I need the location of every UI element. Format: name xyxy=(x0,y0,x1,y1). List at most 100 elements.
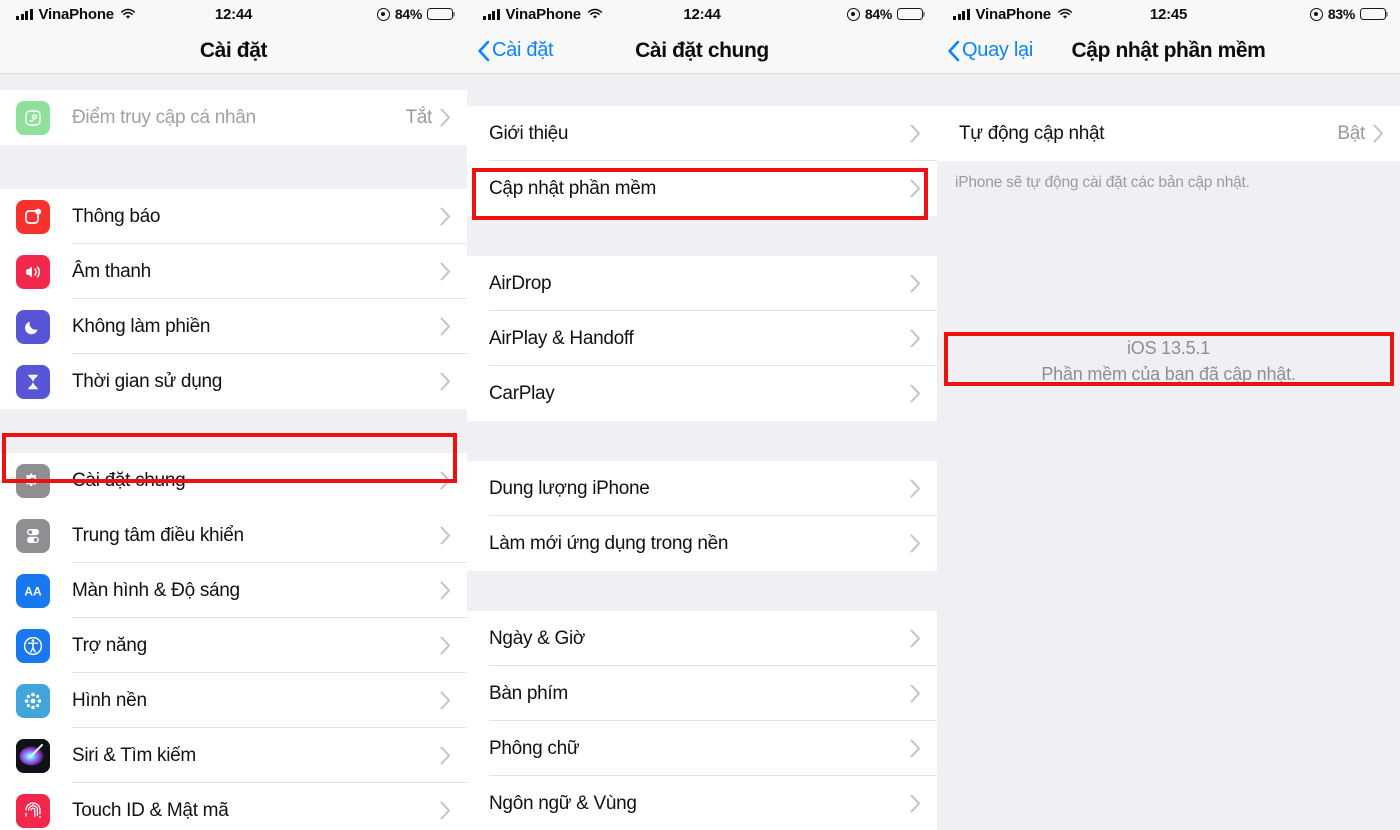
list-item-keyboard[interactable]: Bàn phím xyxy=(467,666,937,721)
list-item-label: Phông chữ xyxy=(489,737,580,759)
general-gear-icon xyxy=(16,463,50,498)
back-button[interactable]: Cài đặt xyxy=(467,39,554,62)
section-gap xyxy=(467,571,937,611)
chevron-right-icon xyxy=(1373,124,1383,143)
back-button[interactable]: Quay lại xyxy=(937,39,1033,62)
chevron-right-icon xyxy=(440,262,450,281)
battery-percent: 83% xyxy=(1327,6,1355,22)
wifi-icon xyxy=(120,8,136,20)
list-item-about[interactable]: Giới thiệu xyxy=(467,106,937,161)
carrier-name: VinaPhone xyxy=(505,5,582,23)
general-section-storage: Dung lượng iPhone Làm mới ứng dụng trong… xyxy=(467,461,937,571)
list-item-language-region[interactable]: Ngôn ngữ & Vùng xyxy=(467,776,937,830)
personal-hotspot-icon xyxy=(16,100,50,135)
chevron-right-icon xyxy=(910,329,920,348)
settings-section-hotspot: Điểm truy cập cá nhân Tắt xyxy=(0,90,467,145)
list-item-accessibility[interactable]: Trợ năng xyxy=(0,618,467,673)
list-item-label: Siri & Tìm kiếm xyxy=(72,744,196,766)
list-item-airdrop[interactable]: AirDrop xyxy=(467,256,937,311)
status-bar: VinaPhone 12:45 83% xyxy=(937,0,1400,28)
status-bar: VinaPhone 12:44 84% xyxy=(0,0,467,28)
chevron-right-icon xyxy=(910,124,920,143)
list-item-label: Âm thanh xyxy=(72,260,151,282)
auto-update-footnote: iPhone sẽ tự động cài đặt các bản cập nh… xyxy=(955,174,1250,191)
cellular-bars-icon xyxy=(483,8,500,20)
location-services-icon xyxy=(846,7,860,21)
section-gap xyxy=(0,409,467,453)
status-bar-left: VinaPhone xyxy=(953,6,1073,23)
general-section-connectivity: AirDrop AirPlay & Handoff CarPlay xyxy=(467,256,937,421)
list-item-label: CarPlay xyxy=(489,382,555,404)
control-center-icon xyxy=(16,518,50,553)
update-section-auto: Tự động cập nhật Bật xyxy=(937,106,1400,161)
list-item-display-brightness[interactable]: AA Màn hình & Độ sáng xyxy=(0,563,467,618)
chevron-right-icon xyxy=(440,207,450,226)
list-item-touch-id-passcode[interactable]: Touch ID & Mật mã xyxy=(0,783,467,830)
list-item-value: Tắt xyxy=(405,106,432,128)
section-gap xyxy=(467,421,937,461)
list-item-label: Touch ID & Mật mã xyxy=(72,799,229,821)
list-item-airplay-handoff[interactable]: AirPlay & Handoff xyxy=(467,311,937,366)
list-item-notifications[interactable]: Thông báo xyxy=(0,189,467,244)
list-item-label: Trung tâm điều khiển xyxy=(72,524,244,546)
ios-version-label: iOS 13.5.1 xyxy=(1126,338,1211,359)
list-item-software-update[interactable]: Cập nhật phần mềm xyxy=(467,161,937,216)
battery-icon xyxy=(897,7,923,21)
settings-section-system: Cài đặt chung Trung tâm điều khiển AA Mà… xyxy=(0,453,467,830)
list-item-personal-hotspot[interactable]: Điểm truy cập cá nhân Tắt xyxy=(0,90,467,145)
accessibility-icon xyxy=(16,628,50,663)
list-item-control-center[interactable]: Trung tâm điều khiển xyxy=(0,508,467,563)
status-bar-right: 84% xyxy=(846,6,923,22)
chevron-right-icon xyxy=(910,684,920,703)
list-item-iphone-storage[interactable]: Dung lượng iPhone xyxy=(467,461,937,516)
status-bar-right: 83% xyxy=(1309,6,1386,22)
list-item-label: AirDrop xyxy=(489,272,552,294)
sounds-icon xyxy=(16,254,50,289)
svg-text:AA: AA xyxy=(24,584,42,598)
chevron-right-icon xyxy=(440,801,450,820)
cellular-bars-icon xyxy=(16,8,33,20)
list-item-carplay[interactable]: CarPlay xyxy=(467,366,937,421)
status-bar-left: VinaPhone xyxy=(16,6,136,23)
notifications-icon xyxy=(16,199,50,234)
list-item-do-not-disturb[interactable]: Không làm phiền xyxy=(0,299,467,354)
nav-bar: Quay lại Cập nhật phần mềm xyxy=(937,28,1400,74)
general-section-locale: Ngày & Giờ Bàn phím Phông chữ Ngôn ngữ &… xyxy=(467,611,937,830)
chevron-right-icon xyxy=(440,636,450,655)
carrier-name: VinaPhone xyxy=(38,5,115,23)
list-item-general[interactable]: Cài đặt chung xyxy=(0,453,467,508)
list-item-fonts[interactable]: Phông chữ xyxy=(467,721,937,776)
list-item-label: Bàn phím xyxy=(489,682,568,704)
battery-percent: 84% xyxy=(864,6,892,22)
chevron-right-icon xyxy=(910,179,920,198)
display-brightness-icon: AA xyxy=(16,573,50,608)
chevron-right-icon xyxy=(910,739,920,758)
status-bar-right: 84% xyxy=(376,6,453,22)
list-item-background-app-refresh[interactable]: Làm mới ứng dụng trong nền xyxy=(467,516,937,571)
cellular-bars-icon xyxy=(953,8,970,20)
chevron-right-icon xyxy=(440,108,450,127)
location-services-icon xyxy=(1309,7,1323,21)
list-item-label: Giới thiệu xyxy=(489,122,569,144)
section-gap xyxy=(467,74,937,106)
list-item-wallpaper[interactable]: Hình nền xyxy=(0,673,467,728)
status-bar: VinaPhone 12:44 84% xyxy=(467,0,937,28)
list-item-siri-search[interactable]: Siri & Tìm kiếm xyxy=(0,728,467,783)
list-item-label: Thông báo xyxy=(72,205,161,227)
list-item-sounds[interactable]: Âm thanh xyxy=(0,244,467,299)
list-item-label: Ngày & Giờ xyxy=(489,627,586,649)
list-item-automatic-updates[interactable]: Tự động cập nhật Bật xyxy=(937,106,1400,161)
list-item-screen-time[interactable]: Thời gian sử dụng xyxy=(0,354,467,409)
nav-bar: Cài đặt xyxy=(0,28,467,74)
status-bar-left: VinaPhone xyxy=(483,6,603,23)
up-to-date-message: Phần mềm của bạn đã cập nhật. xyxy=(1041,364,1296,385)
chevron-right-icon xyxy=(440,526,450,545)
do-not-disturb-icon xyxy=(16,309,50,344)
three-iphone-screenshots: VinaPhone 12:44 84% Cài đặt Điểm truy cậ… xyxy=(0,0,1400,830)
chevron-right-icon xyxy=(910,534,920,553)
siri-icon xyxy=(16,738,50,773)
back-button-label: Cài đặt xyxy=(492,39,554,61)
chevron-left-icon xyxy=(478,40,490,61)
list-item-date-time[interactable]: Ngày & Giờ xyxy=(467,611,937,666)
list-item-label: Màn hình & Độ sáng xyxy=(72,579,240,601)
